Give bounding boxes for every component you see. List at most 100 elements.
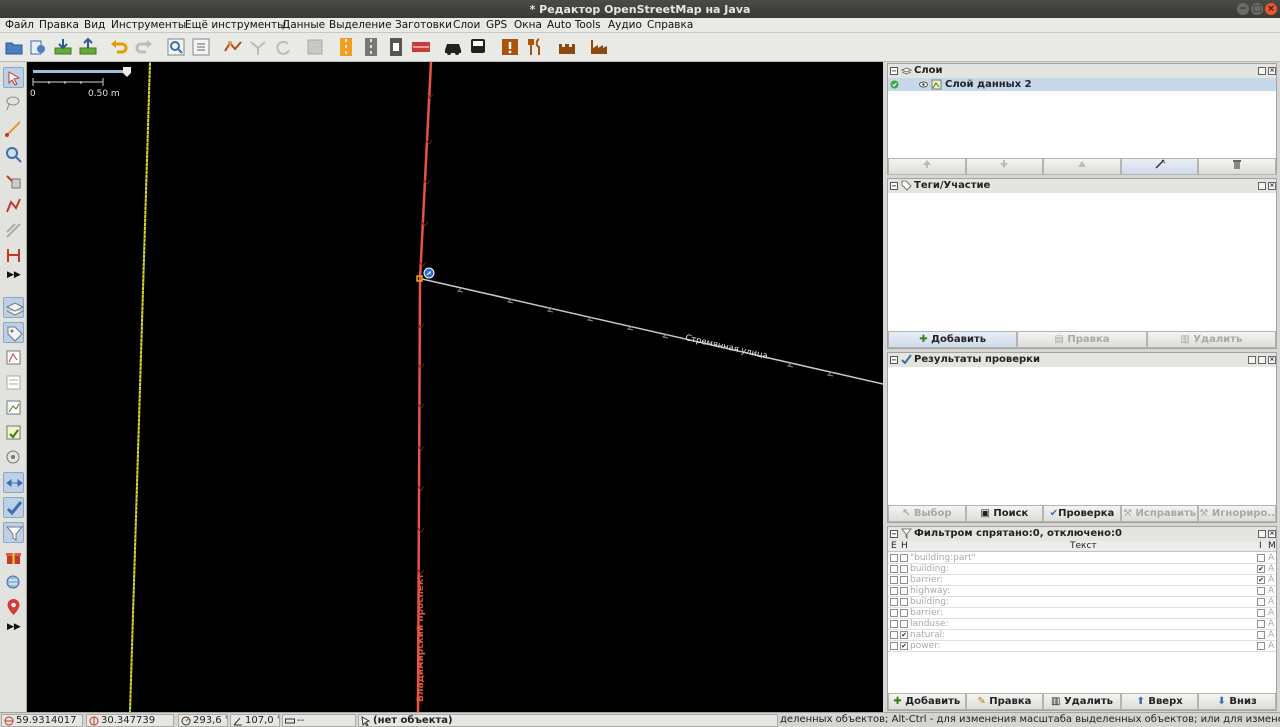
history-icon[interactable] bbox=[3, 397, 24, 418]
filter-icon[interactable] bbox=[3, 522, 24, 543]
hide-checkbox[interactable] bbox=[900, 598, 908, 606]
menu-gps[interactable]: GPS bbox=[486, 19, 507, 31]
menu-auto-tools[interactable]: Auto Tools bbox=[547, 19, 601, 31]
filter-row[interactable]: highway: A bbox=[888, 586, 1276, 597]
changeset-icon[interactable] bbox=[3, 422, 24, 443]
map-paint-icon[interactable] bbox=[3, 572, 24, 593]
refresh-icon[interactable] bbox=[272, 36, 294, 58]
invert-checkbox[interactable] bbox=[1257, 587, 1265, 595]
move-filter-up-button[interactable]: ⬆ Вверх bbox=[1120, 693, 1199, 710]
conflict-icon[interactable] bbox=[3, 472, 24, 493]
invert-checkbox[interactable] bbox=[1257, 609, 1265, 617]
extrude-icon[interactable] bbox=[3, 245, 24, 266]
hide-checkbox[interactable] bbox=[900, 576, 908, 584]
settings-icon[interactable] bbox=[1248, 356, 1256, 364]
undock-icon[interactable] bbox=[1258, 182, 1266, 190]
hide-checkbox[interactable]: ✔ bbox=[900, 642, 908, 650]
edit-tag-button[interactable]: ▤ Правка bbox=[1017, 331, 1147, 348]
more-panels-icon[interactable]: ▶▶ bbox=[7, 622, 21, 632]
download-icon[interactable] bbox=[52, 36, 74, 58]
menu-data[interactable]: Данные bbox=[282, 19, 325, 31]
move-down-button[interactable] bbox=[965, 158, 1044, 175]
open-file-icon[interactable] bbox=[3, 36, 25, 58]
undo-icon[interactable] bbox=[108, 36, 130, 58]
hide-checkbox[interactable] bbox=[900, 554, 908, 562]
layer-visibility-button[interactable] bbox=[1120, 158, 1199, 175]
zoom-slider-track[interactable] bbox=[33, 70, 129, 73]
enable-checkbox[interactable] bbox=[890, 642, 898, 650]
hide-checkbox[interactable] bbox=[900, 587, 908, 595]
maximize-icon[interactable]: □ bbox=[1251, 3, 1263, 15]
invert-checkbox[interactable]: ✔ bbox=[1257, 565, 1265, 573]
filter-row[interactable]: building: A bbox=[888, 597, 1276, 608]
search-button[interactable]: ▣ Поиск bbox=[965, 505, 1044, 522]
invert-checkbox[interactable]: ✔ bbox=[1257, 576, 1265, 584]
undock-icon[interactable] bbox=[1258, 67, 1266, 75]
enable-checkbox[interactable] bbox=[890, 631, 898, 639]
menu-file[interactable]: Файл bbox=[5, 19, 34, 31]
enable-checkbox[interactable] bbox=[890, 609, 898, 617]
menu-audio[interactable]: Аудио bbox=[608, 19, 642, 31]
ignore-button[interactable]: ⚒ Игнориро... bbox=[1198, 505, 1276, 522]
undock-icon[interactable] bbox=[1258, 356, 1266, 364]
collapse-toggle[interactable]: − bbox=[890, 356, 898, 364]
filter-row[interactable]: ✔ power: A bbox=[888, 641, 1276, 652]
residential-road-way[interactable] bbox=[421, 278, 883, 385]
layer-row[interactable]: Слой данных 2 bbox=[888, 78, 1276, 91]
close-icon[interactable]: × bbox=[1265, 3, 1277, 15]
filter-row[interactable]: barrier: A bbox=[888, 608, 1276, 619]
fix-button[interactable]: ⚒ Исправить bbox=[1120, 505, 1199, 522]
wireframe-icon[interactable] bbox=[222, 36, 244, 58]
delete-filter-button[interactable]: ▥ Удалить bbox=[1043, 693, 1121, 710]
relation-icon[interactable] bbox=[3, 347, 24, 368]
filter-row[interactable]: landuse: A bbox=[888, 619, 1276, 630]
imagery-offset-icon[interactable] bbox=[3, 447, 24, 468]
open-location-icon[interactable] bbox=[27, 36, 49, 58]
hide-checkbox[interactable] bbox=[900, 609, 908, 617]
validate-button[interactable]: ✔Проверка bbox=[1043, 505, 1121, 522]
layer-list-icon[interactable] bbox=[3, 297, 25, 318]
bus-icon[interactable] bbox=[467, 36, 489, 58]
menu-selection[interactable]: Выделение bbox=[329, 19, 392, 31]
panel-close-icon[interactable]: × bbox=[1268, 67, 1276, 75]
map-view[interactable]: 0 0.50 m Владимирский проспект Стремянна… bbox=[27, 62, 883, 712]
delete-tag-button[interactable]: ▥ Удалить bbox=[1146, 331, 1276, 348]
menu-view[interactable]: Вид bbox=[84, 19, 105, 31]
castle-icon[interactable] bbox=[556, 36, 578, 58]
gift-icon[interactable] bbox=[3, 547, 24, 568]
invert-checkbox[interactable] bbox=[1257, 598, 1265, 606]
hide-checkbox[interactable]: ✔ bbox=[900, 631, 908, 639]
hide-checkbox[interactable] bbox=[900, 620, 908, 628]
traffic-signals-icon[interactable] bbox=[385, 36, 407, 58]
car-icon[interactable] bbox=[442, 36, 464, 58]
menu-tools[interactable]: Инструменты bbox=[111, 19, 186, 31]
invert-checkbox[interactable] bbox=[1257, 631, 1265, 639]
eye-icon[interactable] bbox=[919, 81, 928, 88]
menu-layers[interactable]: Слои bbox=[453, 19, 480, 31]
parallel-way-icon[interactable] bbox=[3, 220, 24, 241]
move-filter-down-button[interactable]: ⬇ Вниз bbox=[1198, 693, 1276, 710]
delete-tool-icon[interactable] bbox=[3, 170, 24, 191]
draw-tool-icon[interactable] bbox=[3, 118, 24, 139]
minimize-icon[interactable]: − bbox=[1237, 3, 1249, 15]
select-tool-icon[interactable] bbox=[3, 67, 24, 88]
redo-icon[interactable] bbox=[133, 36, 155, 58]
selection-list-icon[interactable] bbox=[3, 372, 24, 393]
edit-filter-button[interactable]: ✎ Правка bbox=[965, 693, 1044, 710]
road-gray-icon[interactable] bbox=[360, 36, 382, 58]
enable-checkbox[interactable] bbox=[890, 620, 898, 628]
enable-checkbox[interactable] bbox=[890, 576, 898, 584]
zoom-tool-icon[interactable] bbox=[3, 144, 24, 165]
menu-presets[interactable]: Заготовки bbox=[395, 19, 452, 31]
panel-close-icon[interactable]: × bbox=[1268, 182, 1276, 190]
menu-more-tools[interactable]: Ещё инструменты bbox=[185, 19, 285, 31]
filter-row[interactable]: barrier: ✔ A bbox=[888, 575, 1276, 586]
enable-checkbox[interactable] bbox=[890, 598, 898, 606]
menu-edit[interactable]: Правка bbox=[39, 19, 79, 31]
layer-active-icon[interactable] bbox=[890, 80, 899, 89]
select-button[interactable]: ↖ Выбор bbox=[888, 505, 966, 522]
invert-checkbox[interactable] bbox=[1257, 554, 1265, 562]
enable-checkbox[interactable] bbox=[890, 587, 898, 595]
menu-help[interactable]: Справка bbox=[647, 19, 693, 31]
barrier-red-icon[interactable] bbox=[410, 36, 432, 58]
